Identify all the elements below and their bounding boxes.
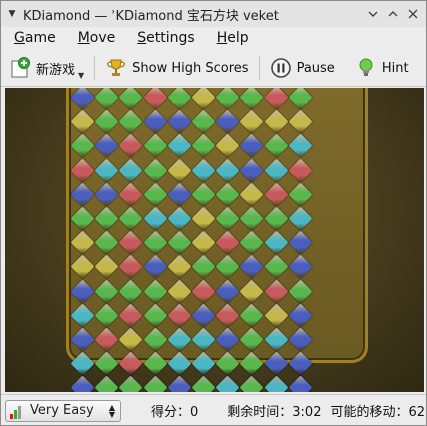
title-bar[interactable]: ▼ KDiamond — ʾKDiamond 宝石方块 veket (1, 1, 426, 27)
menu-bar: Game Move Settings Help (1, 27, 426, 49)
difficulty-level-icon (10, 403, 26, 419)
toolbar-separator (258, 56, 260, 80)
menu-game-label: ame (24, 30, 56, 46)
hint-label: Hint (381, 60, 409, 76)
pause-label: Pause (296, 60, 335, 76)
pause-icon (270, 57, 292, 79)
toolbar-separator (94, 56, 96, 80)
window-controls (364, 5, 422, 23)
gem[interactable] (288, 375, 313, 392)
close-icon[interactable] (404, 5, 422, 23)
minimize-icon[interactable] (364, 5, 382, 23)
dropdown-arrow-icon[interactable]: ▼ (78, 71, 84, 80)
gem[interactable] (143, 375, 168, 392)
maximize-icon[interactable] (384, 5, 402, 23)
spin-arrows-icon: ▲ ▼ (108, 402, 115, 419)
gem[interactable] (239, 375, 264, 392)
new-game-label: 新游戏 (36, 62, 76, 78)
menu-settings-mnemonic: S (137, 30, 147, 46)
high-scores-label: Show High Scores (132, 60, 249, 76)
gem[interactable] (215, 375, 240, 392)
pause-button[interactable]: Pause (264, 53, 341, 83)
menu-settings[interactable]: Settings (124, 30, 203, 46)
possible-moves-label: 可能的移动：62 (330, 405, 426, 420)
new-document-icon (9, 57, 31, 79)
status-bar: Very Easy ▲ ▼ 得分：0 剩余时间：3:02 可能的移动：62 (1, 394, 426, 426)
menu-help-label: elp (227, 30, 249, 46)
difficulty-select[interactable]: Very Easy ▲ ▼ (5, 399, 121, 422)
difficulty-value: Very Easy (30, 403, 94, 418)
menu-game[interactable]: Game (1, 30, 65, 46)
gem[interactable] (70, 375, 95, 392)
game-board[interactable] (5, 88, 424, 392)
gem[interactable] (94, 375, 119, 392)
menu-help[interactable]: Help (204, 30, 258, 46)
kdiamond-window: ▼ KDiamond — ʾKDiamond 宝石方块 veket Game M… (0, 0, 427, 426)
trophy-icon (105, 57, 127, 79)
window-menu-icon[interactable]: ▼ (1, 9, 23, 19)
gem[interactable] (264, 375, 289, 392)
high-scores-button[interactable]: Show High Scores (99, 53, 254, 83)
gem[interactable] (118, 375, 143, 392)
menu-settings-label: ettings (146, 30, 195, 46)
time-remaining-label: 剩余时间：3:02 (227, 405, 322, 420)
window-title: KDiamond — ʾKDiamond 宝石方块 veket (23, 8, 279, 24)
menu-help-mnemonic: H (216, 30, 228, 46)
menu-game-mnemonic: G (14, 30, 25, 46)
menu-move[interactable]: Move (65, 30, 125, 46)
menu-move-mnemonic: M (77, 30, 90, 46)
new-game-button[interactable]: 新游戏 ▼ (1, 53, 90, 83)
gem[interactable] (191, 375, 216, 392)
gem[interactable] (167, 375, 192, 392)
toolbar: 新游戏 ▼ Show High Scores Pause Hint (1, 50, 426, 87)
hint-button[interactable]: Hint (349, 53, 415, 83)
lightbulb-icon (355, 57, 377, 79)
menu-move-label: ove (89, 30, 116, 46)
score-label: 得分：0 (151, 405, 199, 420)
